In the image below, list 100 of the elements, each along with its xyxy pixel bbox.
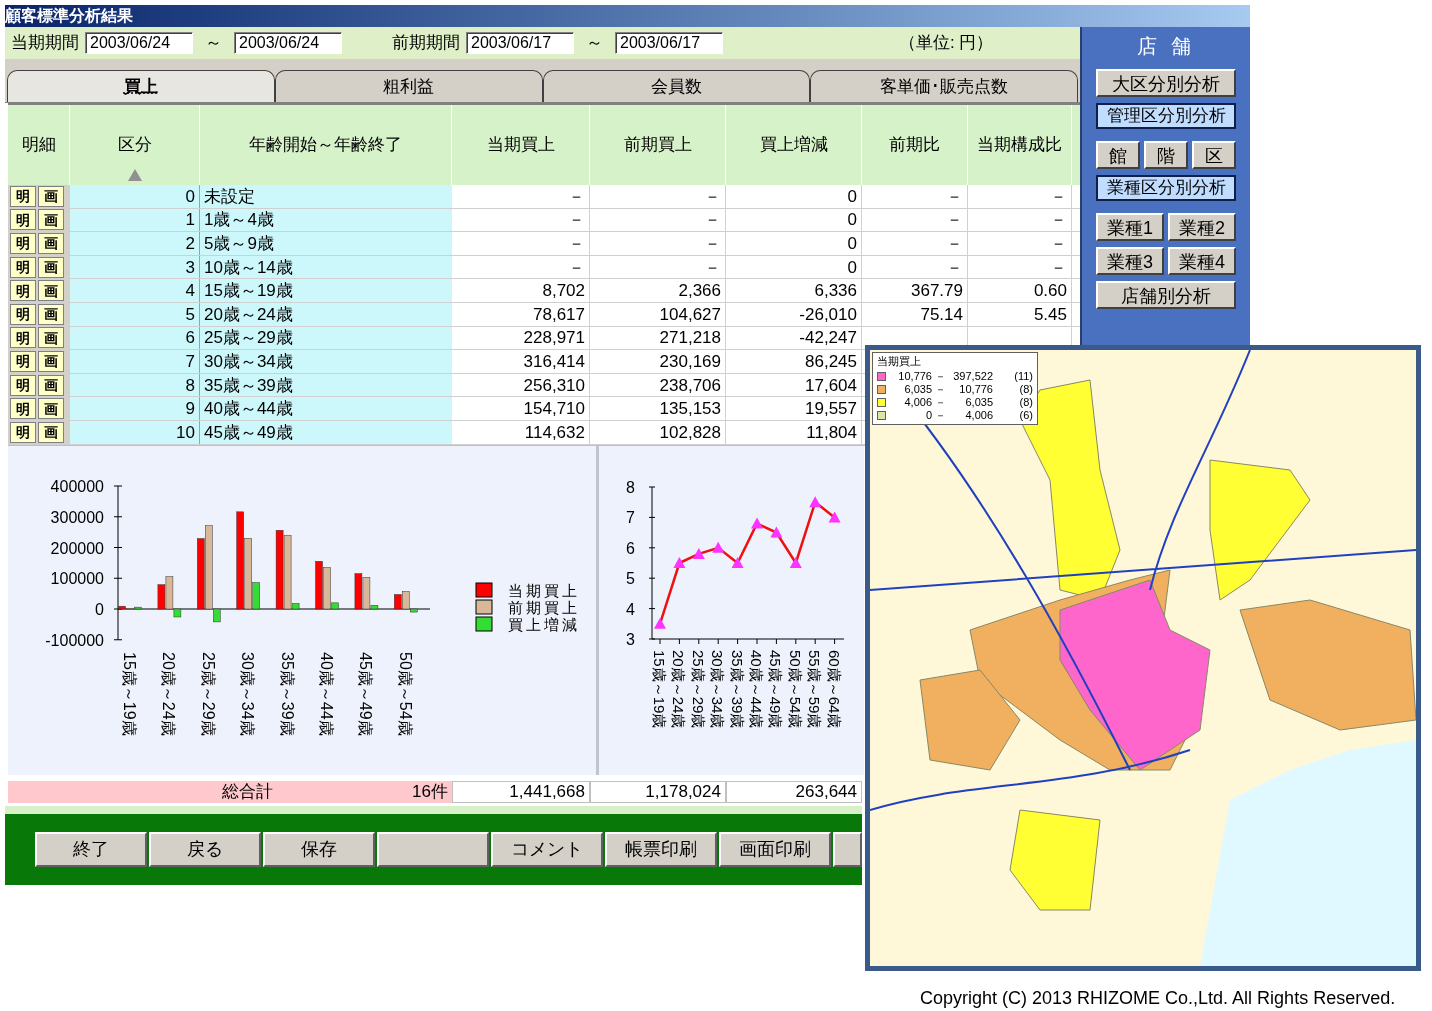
detail-button[interactable]: 明 bbox=[10, 209, 36, 231]
detail-button[interactable]: 明 bbox=[10, 185, 36, 207]
axis-tick-label: 0 bbox=[95, 600, 104, 618]
axis-category-label: 50歳～54歳 bbox=[396, 651, 414, 736]
detail-button[interactable]: 明 bbox=[10, 280, 36, 302]
column-header[interactable]: 明細 bbox=[21, 132, 56, 158]
toolbar-button[interactable] bbox=[833, 831, 862, 867]
legend-range-dash: － bbox=[935, 370, 946, 383]
panel-button[interactable]: 業種1 bbox=[1096, 213, 1164, 241]
axis-category-label: 55歳～59歳 bbox=[806, 649, 824, 728]
total-label: 総合計 bbox=[222, 783, 273, 801]
detail-button[interactable]: 明 bbox=[10, 327, 36, 349]
data-point bbox=[692, 547, 705, 559]
detail-button[interactable]: 明 bbox=[10, 233, 36, 254]
column-header[interactable]: 区分 bbox=[117, 132, 152, 158]
view-button[interactable]: 画 bbox=[38, 350, 64, 372]
table-cell: 2,366 bbox=[678, 282, 721, 300]
date-field[interactable]: 2003/06/17 bbox=[615, 32, 723, 54]
table-cell: － bbox=[568, 211, 585, 229]
table-cell: 271,218 bbox=[659, 329, 721, 347]
tab[interactable]: 会員数 bbox=[542, 70, 811, 102]
view-button[interactable]: 画 bbox=[38, 233, 64, 254]
panel-button[interactable]: 階 bbox=[1144, 141, 1188, 169]
panel-button[interactable]: 業種2 bbox=[1168, 213, 1236, 241]
legend-label: 前期買上 bbox=[508, 598, 580, 616]
table-cell: 0 bbox=[847, 235, 857, 252]
data-point bbox=[712, 541, 725, 553]
table-cell: 104,627 bbox=[659, 305, 721, 323]
view-button[interactable]: 画 bbox=[38, 421, 64, 443]
view-button[interactable]: 画 bbox=[38, 256, 64, 278]
toolbar-button[interactable]: 画面印刷 bbox=[719, 831, 831, 867]
column-header[interactable]: 当期買上 bbox=[486, 132, 555, 158]
detail-button[interactable]: 明 bbox=[10, 374, 36, 396]
view-button[interactable]: 画 bbox=[38, 303, 64, 325]
date-field[interactable]: 2003/06/24 bbox=[234, 32, 342, 54]
toolbar-button[interactable]: 帳票印刷 bbox=[605, 831, 717, 867]
table-cell: 19,557 bbox=[805, 400, 857, 418]
table-cell: － bbox=[946, 187, 963, 205]
toolbar-button[interactable]: 戻る bbox=[149, 831, 261, 867]
total-count: 16件 bbox=[412, 783, 448, 801]
column-header[interactable]: 当期構成比 bbox=[977, 132, 1062, 158]
date-field[interactable]: 2003/06/24 bbox=[85, 32, 193, 54]
tab[interactable]: 買上 bbox=[7, 70, 275, 102]
detail-button[interactable]: 明 bbox=[10, 350, 36, 372]
column-header[interactable]: 年齢開始～年齢終了 bbox=[249, 132, 402, 158]
tilde-text: ～ bbox=[205, 32, 222, 55]
legend-label: 当期買上 bbox=[508, 581, 580, 599]
view-button[interactable]: 画 bbox=[38, 185, 64, 207]
table-cell: 75.14 bbox=[920, 305, 963, 323]
view-button[interactable]: 画 bbox=[38, 374, 64, 396]
table-cell: 9 bbox=[185, 400, 195, 418]
detail-button[interactable]: 明 bbox=[10, 398, 36, 420]
date-field[interactable]: 2003/06/17 bbox=[466, 32, 574, 54]
axis-category-label: 35歳～39歳 bbox=[278, 651, 296, 736]
table-cell: 1歳～4歳 bbox=[204, 211, 274, 229]
panel-button[interactable]: 館 bbox=[1096, 141, 1140, 169]
panel-button[interactable]: 店舗別分析 bbox=[1096, 281, 1236, 309]
data-point bbox=[828, 510, 841, 522]
tab[interactable]: 粗利益 bbox=[274, 70, 543, 102]
legend-range-from: 4,006 bbox=[903, 396, 932, 409]
view-button[interactable]: 画 bbox=[38, 327, 64, 349]
toolbar-button[interactable]: 保存 bbox=[263, 831, 375, 867]
column-header[interactable]: 買上増減 bbox=[759, 132, 828, 158]
detail-button[interactable]: 明 bbox=[10, 303, 36, 325]
table-cell: -26,010 bbox=[799, 305, 857, 323]
panel-button[interactable]: 大区分別分析 bbox=[1096, 69, 1236, 97]
view-button[interactable]: 画 bbox=[38, 280, 64, 302]
column-header[interactable]: 前期比 bbox=[889, 132, 940, 158]
copyright-text: Copyright (C) 2013 RHIZOME Co.,Ltd. All Rights Reserved. bbox=[920, 987, 1396, 1010]
toolbar-button[interactable] bbox=[377, 831, 489, 867]
axis-category-label: 15歳～19歳 bbox=[121, 651, 138, 736]
table-cell: 8,702 bbox=[542, 282, 585, 300]
legend-count: (8) bbox=[1019, 396, 1033, 409]
bar bbox=[354, 572, 363, 609]
detail-button[interactable]: 明 bbox=[10, 256, 36, 278]
table-cell: 2 bbox=[185, 235, 195, 252]
table-cell: 1,178,024 bbox=[645, 783, 721, 801]
toolbar-button[interactable]: 終了 bbox=[35, 831, 147, 867]
table-cell: 5.45 bbox=[1033, 305, 1067, 323]
table-cell: 0 bbox=[847, 258, 857, 276]
legend-range-to: 4,006 bbox=[964, 409, 993, 422]
table-cell: 25歳～29歳 bbox=[204, 329, 293, 347]
column-header[interactable]: 前期買上 bbox=[623, 132, 692, 158]
panel-button[interactable]: 区 bbox=[1192, 141, 1236, 169]
view-button[interactable]: 画 bbox=[38, 398, 64, 420]
detail-button[interactable]: 明 bbox=[10, 421, 36, 443]
axis-category-label: 60歳～64歳 bbox=[825, 649, 843, 728]
tab[interactable]: 客単価･販売点数 bbox=[810, 70, 1078, 102]
axis-tick-label: 400000 bbox=[50, 477, 104, 495]
table-cell: － bbox=[946, 211, 963, 229]
table-cell: 114,632 bbox=[524, 423, 585, 441]
axis-category-label: 15歳～19歳 bbox=[651, 649, 668, 728]
toolbar-button[interactable]: コメント bbox=[491, 831, 603, 867]
table-cell: 40歳～44歳 bbox=[204, 400, 293, 418]
panel-button[interactable]: 業種4 bbox=[1168, 247, 1236, 275]
panel-button[interactable]: 業種3 bbox=[1096, 247, 1164, 275]
table-cell: － bbox=[1050, 211, 1067, 229]
table-cell: -42,247 bbox=[799, 329, 857, 347]
table-cell: － bbox=[568, 235, 585, 252]
view-button[interactable]: 画 bbox=[38, 209, 64, 231]
